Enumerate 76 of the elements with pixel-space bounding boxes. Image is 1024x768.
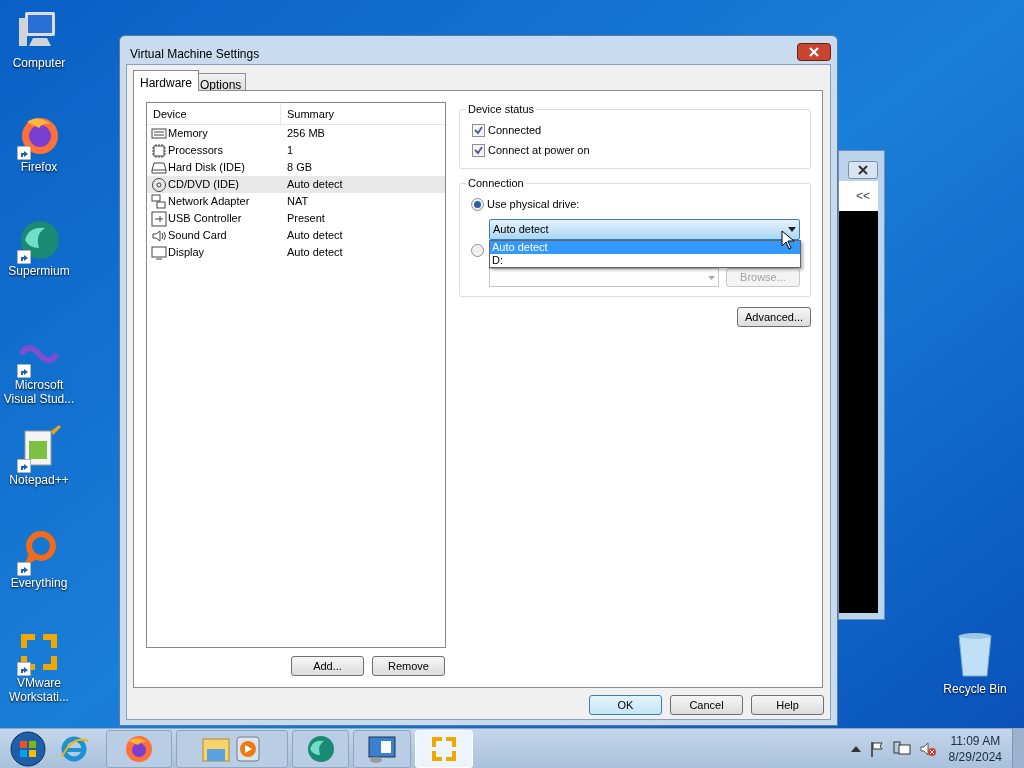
- button[interactable]: OK: [589, 695, 662, 715]
- clock-date: 8/29/2024: [948, 748, 1002, 765]
- table-cell-text: 256 MB: [286, 126, 325, 142]
- taskbar-button[interactable]: [106, 729, 172, 768]
- flag-icon[interactable]: [868, 740, 885, 757]
- icon-label[interactable]: Microsoft Visual Stud...: [0, 378, 78, 406]
- clock-time: 11:09 AM: [950, 732, 1001, 749]
- icon-label[interactable]: Recycle Bin: [943, 680, 1007, 698]
- radio-button[interactable]: [471, 197, 484, 211]
- dropdown-value: Auto detect: [493, 222, 550, 238]
- table-cell-text: Memory: [168, 126, 208, 142]
- table-cell-text: Hard Disk (IDE): [168, 160, 245, 176]
- column-header[interactable]: Summary: [281, 102, 335, 125]
- caret-icon: [788, 227, 796, 232]
- taskbar-button[interactable]: [353, 729, 411, 768]
- muted-speaker-icon[interactable]: [918, 740, 937, 757]
- table-row[interactable]: CD/DVD (IDE) Auto detect: [147, 176, 445, 193]
- caret-icon: [708, 275, 715, 280]
- table-row[interactable]: Display Auto detect: [147, 244, 445, 261]
- advanced-button[interactable]: Advanced...: [737, 307, 811, 327]
- cd-icon: [151, 176, 167, 193]
- window-title: Virtual Machine Settings: [130, 46, 260, 63]
- usb-icon: [151, 210, 167, 227]
- checkbox-label[interactable]: Connect at power on: [488, 142, 590, 159]
- table-cell-text: USB Controller: [168, 211, 242, 227]
- close-button[interactable]: [797, 43, 831, 61]
- collapse-button[interactable]: <<: [856, 187, 870, 205]
- display-icon: [151, 244, 167, 261]
- icon-label[interactable]: Notepad++: [0, 473, 78, 487]
- table-cell-text: Network Adapter: [168, 194, 250, 210]
- icon-label[interactable]: Firefox: [0, 160, 78, 174]
- show-hidden-icons-button[interactable]: [850, 745, 861, 752]
- memory-icon: [151, 125, 167, 142]
- icon-label[interactable]: Supermium: [0, 264, 78, 278]
- table-cell-text: Processors: [168, 143, 224, 159]
- table-cell-text: Auto detect: [286, 177, 343, 193]
- combo-box[interactable]: [489, 268, 719, 287]
- dropdown[interactable]: Auto detect: [489, 219, 800, 240]
- radio-label[interactable]: Use physical drive:: [487, 196, 580, 213]
- tab[interactable]: Hardware: [133, 70, 200, 91]
- dropdown-option[interactable]: D:: [490, 254, 800, 267]
- table-cell-text: 1: [286, 143, 294, 159]
- network-icon: [151, 193, 167, 210]
- icon-label[interactable]: Everything: [0, 576, 78, 590]
- table-row[interactable]: Memory 256 MB: [147, 125, 445, 142]
- close-button[interactable]: [848, 161, 878, 179]
- table-cell-text: Sound Card: [168, 228, 227, 244]
- sound-icon: [151, 227, 167, 244]
- table-cell-text: Display: [168, 245, 205, 261]
- checkbox[interactable]: [472, 123, 485, 137]
- start-button[interactable]: [8, 728, 48, 768]
- column-header[interactable]: Device: [147, 102, 281, 125]
- radio-button[interactable]: [471, 244, 484, 257]
- table-cell-text: Auto detect: [286, 245, 343, 261]
- clock[interactable]: 11:09 AM 8/29/2024: [948, 732, 1002, 765]
- icon-label[interactable]: VMware Workstati...: [0, 676, 78, 704]
- recycle-bin-icon[interactable]: [955, 630, 995, 678]
- table-cell-text: CD/DVD (IDE): [168, 177, 239, 193]
- table-cell-text: 8 GB: [286, 160, 313, 176]
- table-cell-text: NAT: [286, 194, 309, 210]
- table-row[interactable]: USB Controller Present: [147, 210, 445, 227]
- table-cell-text: Present: [286, 211, 325, 227]
- network-icon[interactable]: [892, 740, 911, 757]
- icon-label[interactable]: Computer: [0, 56, 78, 70]
- button[interactable]: Remove: [372, 656, 445, 676]
- table-row[interactable]: Hard Disk (IDE) 8 GB: [147, 159, 445, 176]
- table-cell-text: Auto detect: [286, 228, 343, 244]
- cpu-icon: [151, 142, 167, 159]
- table-row[interactable]: Network Adapter NAT: [147, 193, 445, 210]
- checkbox-label[interactable]: Connected: [488, 122, 542, 139]
- table-row[interactable]: Sound Card Auto detect: [147, 227, 445, 244]
- checkbox[interactable]: [472, 143, 485, 157]
- table-row[interactable]: Processors 1: [147, 142, 445, 159]
- button[interactable]: Cancel: [670, 695, 743, 715]
- button[interactable]: Help: [751, 695, 824, 715]
- button[interactable]: Add...: [291, 656, 364, 676]
